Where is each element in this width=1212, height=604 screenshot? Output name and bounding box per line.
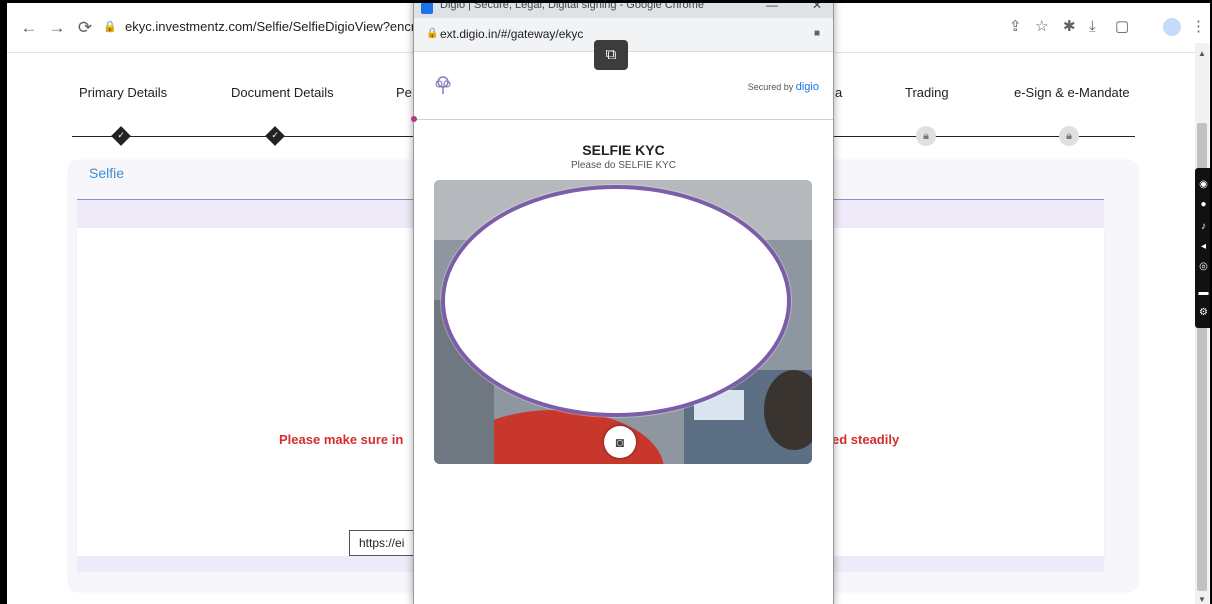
lock-icon: 🔒 <box>103 21 117 33</box>
window-icon[interactable]: ▬ <box>1195 286 1210 300</box>
card-title: Selfie <box>89 165 125 181</box>
close-icon[interactable]: ✕ <box>812 3 822 12</box>
digio-popup-window: Digio | Secure, Legal, Digital signing -… <box>411 3 834 604</box>
popup-window-title: Digio | Secure, Legal, Digital signing -… <box>440 3 704 11</box>
warning-text-right: ed steadily <box>832 432 900 447</box>
warning-text-left: Please make sure in <box>279 432 404 447</box>
step-label-personal: Pe <box>396 85 412 100</box>
digio-logo-icon <box>435 76 451 94</box>
step-label-primary-details: Primary Details <box>79 85 168 100</box>
popup-favicon <box>421 3 433 14</box>
step-done-icon: ✓ <box>111 126 131 146</box>
indicator-dot <box>411 116 417 122</box>
scroll-up-icon[interactable]: ▲ <box>1198 49 1206 58</box>
secured-by-label: Secured by digio <box>747 81 819 93</box>
address-url: ekyc.investmentz.com/Selfie/SelfieDigioV… <box>125 19 423 34</box>
reload-icon[interactable]: ⟳ <box>75 18 95 38</box>
record-icon[interactable]: ● <box>1195 198 1210 212</box>
download-icon[interactable]: ⤓ <box>1089 17 1096 37</box>
selfie-title: SELFIE KYC <box>582 142 665 158</box>
side-panel-icon[interactable]: ▢ <box>1115 17 1129 37</box>
step-lock-icon: 🔒︎ <box>1059 126 1079 146</box>
browser-window: ← → ⟳ 🔒 ekyc.investmentz.com/Selfie/Self… <box>7 3 1210 604</box>
settings-gear-icon[interactable]: ⚙ <box>1195 306 1210 320</box>
selfie-subtitle: Please do SELFIE KYC <box>570 160 677 171</box>
bookmark-star-icon[interactable]: ☆ <box>1035 17 1048 37</box>
step-done-icon: ✓ <box>265 126 285 146</box>
share-icon[interactable]: ⇪ <box>1009 17 1022 37</box>
step-lock-icon: 🔒︎ <box>916 126 936 146</box>
profile-avatar[interactable] <box>1163 18 1181 36</box>
scroll-down-icon[interactable]: ▼ <box>1198 595 1206 604</box>
step-label-document-details: Document Details <box>231 85 334 100</box>
step-label-partial: a <box>835 85 843 100</box>
speaker-icon[interactable]: ◂ <box>1195 240 1210 254</box>
popup-url: ext.digio.in/#/gateway/ekyc <box>440 27 584 41</box>
step-label-trading: Trading <box>905 85 949 100</box>
popup-title-bar: Digio | Secure, Legal, Digital signing -… <box>414 3 833 18</box>
minimize-icon[interactable]: — <box>766 3 778 12</box>
popup-header: Secured by digio <box>414 52 833 120</box>
capture-camera-button[interactable]: ◙ <box>604 426 636 458</box>
forward-icon[interactable]: → <box>47 18 67 38</box>
webcam-icon[interactable]: ◎ <box>1195 260 1210 274</box>
digio-brand: digio <box>795 81 819 93</box>
step-label-esign: e-Sign & e-Mandate <box>1014 85 1130 100</box>
face-guide-oval <box>441 185 791 417</box>
extensions-icon[interactable]: ✱ <box>1063 17 1076 37</box>
camera-preview: ◙ <box>434 180 812 464</box>
lock-icon: 🔒 <box>426 28 439 39</box>
camera-in-use-icon[interactable]: ■ <box>814 28 820 39</box>
menu-kebab-icon[interactable]: ⋮ <box>1191 17 1206 37</box>
recorder-toolbar: ◉ ● ♪ ◂ ◎ ▬ ⚙ <box>1195 168 1210 328</box>
back-icon[interactable]: ← <box>19 18 39 38</box>
microphone-icon[interactable]: ♪ <box>1195 220 1210 234</box>
screenshot-icon[interactable]: ◉ <box>1195 178 1210 192</box>
